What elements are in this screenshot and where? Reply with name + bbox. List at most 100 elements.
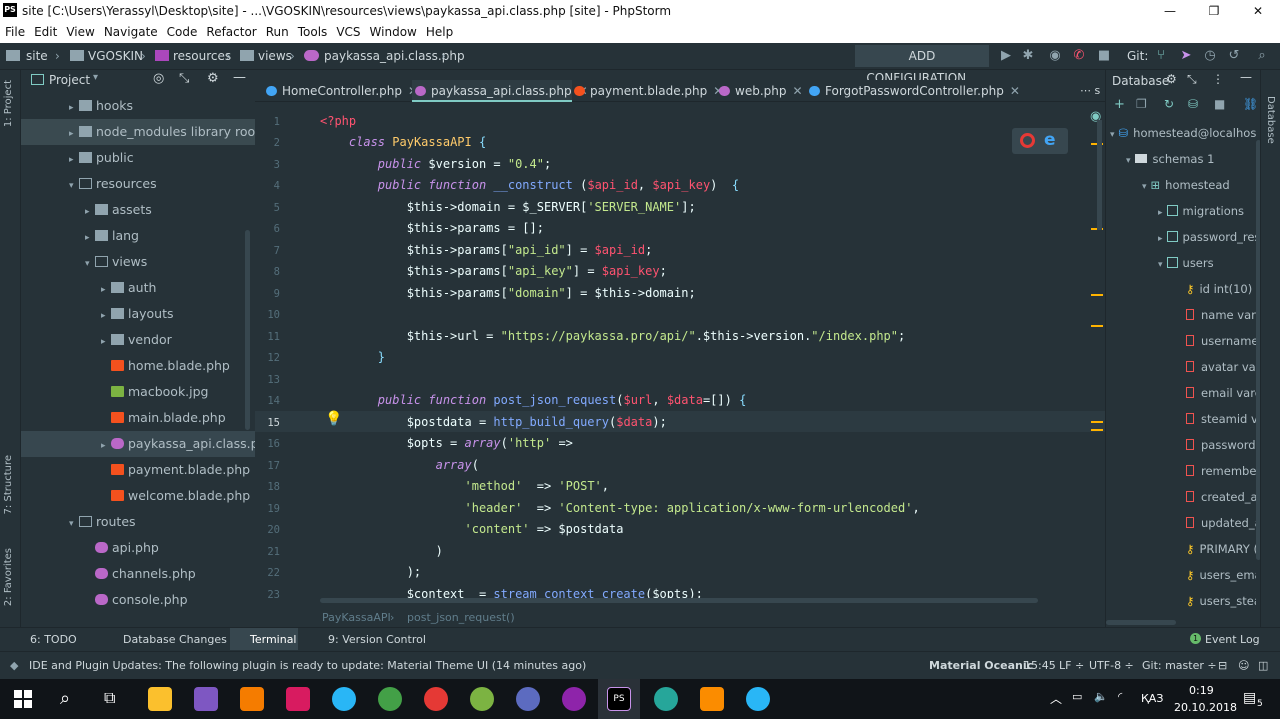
tab-todo[interactable]: 6: TODO (30, 633, 77, 646)
status-message[interactable]: IDE and Plugin Updates: The following pl… (29, 659, 586, 672)
chevron-down-icon[interactable]: ▾ (85, 251, 95, 277)
chevron-right-icon[interactable]: ▸ (69, 121, 79, 147)
editor-horizontal-scrollbar[interactable] (320, 598, 1038, 603)
close-button[interactable]: ✕ (1238, 1, 1278, 21)
code-line-16[interactable]: $opts = array('http' => (320, 436, 573, 450)
warning-stripe[interactable] (1091, 325, 1103, 327)
db-tree-item[interactable]: name varc (1106, 302, 1256, 328)
db-horizontal-scrollbar[interactable] (1106, 620, 1176, 625)
menu-window[interactable]: Window (365, 22, 421, 39)
stop-icon[interactable]: ■ (1214, 97, 1225, 111)
chevron-right-icon[interactable]: ▸ (69, 95, 79, 121)
git-push-icon[interactable]: ➤ (1178, 48, 1194, 64)
gear-icon[interactable]: ⚙ (1166, 72, 1177, 86)
chevron-right-icon[interactable]: ▸ (1158, 208, 1163, 218)
tree-item[interactable]: ▸ public (21, 145, 255, 171)
tray-chevron-icon[interactable]: ︿ (1050, 690, 1062, 707)
lock-icon[interactable]: ⊟ (1218, 659, 1227, 672)
inspector-icon[interactable]: ☺ (1238, 659, 1249, 672)
chevron-down-icon[interactable]: ▾ (1158, 260, 1163, 270)
tree-item[interactable]: ▾ resources (21, 171, 255, 197)
code-line-14[interactable]: public function post_json_request($url, … (320, 393, 747, 407)
db-tree-item[interactable]: ▸ migrations (1106, 198, 1256, 224)
search-everywhere-icon[interactable]: ⌕ (1254, 48, 1270, 64)
tab-structure-strip[interactable]: 7: Structure (3, 455, 14, 514)
db-tree-item[interactable]: updated_a (1106, 510, 1256, 536)
action-center-icon[interactable]: ▤ (1243, 690, 1256, 706)
stop-icon[interactable]: ■ (1096, 48, 1112, 64)
code-line-12[interactable]: } (320, 350, 385, 364)
db-tree-item[interactable]: ▾ ⊞ homestead (1106, 172, 1256, 198)
warning-stripe[interactable] (1091, 429, 1103, 431)
chevron-down-icon[interactable]: ▾ (93, 72, 98, 83)
menu-file[interactable]: File (0, 22, 29, 39)
battery-icon[interactable]: ▭ (1072, 690, 1082, 703)
chevron-right-icon[interactable]: ▸ (85, 199, 95, 225)
editor-vertical-scrollbar[interactable] (1097, 120, 1102, 230)
chevron-right-icon[interactable]: ▸ (101, 303, 111, 329)
line-separator[interactable]: LF ÷ (1059, 659, 1084, 672)
tab-database-strip[interactable]: Database (1265, 96, 1276, 144)
more-tabs-button[interactable]: ⋯ s (1080, 84, 1100, 97)
db-tree-item[interactable]: ▾ schemas 1 (1106, 146, 1256, 172)
code-line-21[interactable]: ) (320, 544, 443, 558)
wifi-icon[interactable]: ◜ (1118, 690, 1122, 703)
db-tree-item[interactable]: ⚷ users_ema (1106, 562, 1256, 588)
breadcrumb-function[interactable]: post_json_request() (407, 611, 515, 624)
git-branch-icon[interactable]: ⑂ (1153, 48, 1169, 64)
theme-name[interactable]: Material Oceanic (929, 659, 1033, 672)
close-tab-icon[interactable]: ✕ (1010, 84, 1020, 98)
phpstorm-taskbar-icon[interactable]: PS (607, 687, 631, 711)
file-explorer-icon[interactable] (148, 687, 172, 711)
db-tree-item[interactable]: remember (1106, 458, 1256, 484)
tree-item[interactable]: api.php (21, 535, 255, 561)
telegram-desktop-icon[interactable] (746, 687, 770, 711)
xampp-icon[interactable] (700, 687, 724, 711)
chevron-down-icon[interactable]: ▾ (1126, 156, 1131, 166)
menu-vcs[interactable]: VCS (331, 22, 364, 39)
tree-item[interactable]: ▸ assets (21, 197, 255, 223)
menu-refactor[interactable]: Refactor (201, 22, 260, 39)
whatsapp-icon[interactable] (378, 687, 402, 711)
chevron-right-icon[interactable]: ▸ (101, 277, 111, 303)
history-icon[interactable]: ◷ (1202, 48, 1218, 64)
tab-project-strip[interactable]: 1: Project (3, 80, 14, 127)
visual-studio-icon[interactable] (194, 687, 218, 711)
db-tree-item[interactable]: ▾ users (1106, 250, 1256, 276)
search-icon[interactable]: ⌕ (60, 688, 70, 709)
hide-icon[interactable]: — (1240, 70, 1252, 84)
tree-item[interactable]: ▸ lang (21, 223, 255, 249)
db-tree-item[interactable]: ⚷ users_stear (1106, 588, 1256, 614)
code-line-17[interactable]: array( (320, 458, 479, 472)
chevron-down-icon[interactable]: ▾ (1110, 130, 1115, 140)
project-panel-title[interactable]: Project (49, 73, 90, 87)
tree-item[interactable]: ▸ node_modules library root (21, 119, 255, 145)
breadcrumb-site[interactable]: site (26, 49, 48, 63)
code-line-18[interactable]: 'method' => 'POST', (320, 479, 610, 493)
tab-database-changes[interactable]: Database Changes (123, 633, 227, 646)
tree-item[interactable]: ▸ hooks (21, 93, 255, 119)
db-tree-item[interactable]: ⚷ id int(10) u (1106, 276, 1256, 302)
edge-icon[interactable]: e (1044, 130, 1056, 150)
code-line-2[interactable]: class PayKassaAPI { (320, 135, 486, 149)
utorrent-icon[interactable] (470, 687, 494, 711)
hide-icon[interactable]: — (233, 70, 246, 85)
add-configuration-button[interactable]: ADD CONFIGURATION... (855, 45, 989, 85)
menu-view[interactable]: View (61, 22, 98, 39)
code-line-11[interactable]: $this->url = "https://paykassa.pro/api/"… (320, 329, 906, 343)
menu-edit[interactable]: Edit (29, 22, 61, 39)
code-line-5[interactable]: $this->domain = $_SERVER['SERVER_NAME']; (320, 200, 696, 214)
maximize-button[interactable]: ❐ (1194, 1, 1234, 21)
tree-item[interactable]: ▸ auth (21, 275, 255, 301)
revert-icon[interactable]: ↺ (1226, 48, 1242, 64)
file-encoding[interactable]: UTF-8 ÷ (1089, 659, 1134, 672)
opera-taskbar-icon[interactable] (424, 687, 448, 711)
jetbrains-toolbox-icon[interactable] (286, 687, 310, 711)
tree-item[interactable]: channels.php (21, 561, 255, 587)
db-tree-item[interactable]: avatar varc (1106, 354, 1256, 380)
lightbulb-icon[interactable]: 💡 (325, 411, 342, 427)
code-line-6[interactable]: $this->params = []; (320, 221, 544, 235)
tree-item[interactable]: home.blade.php (21, 353, 255, 379)
tree-item[interactable]: welcome.blade.php (21, 483, 255, 509)
chevron-right-icon[interactable]: ▸ (85, 225, 95, 251)
